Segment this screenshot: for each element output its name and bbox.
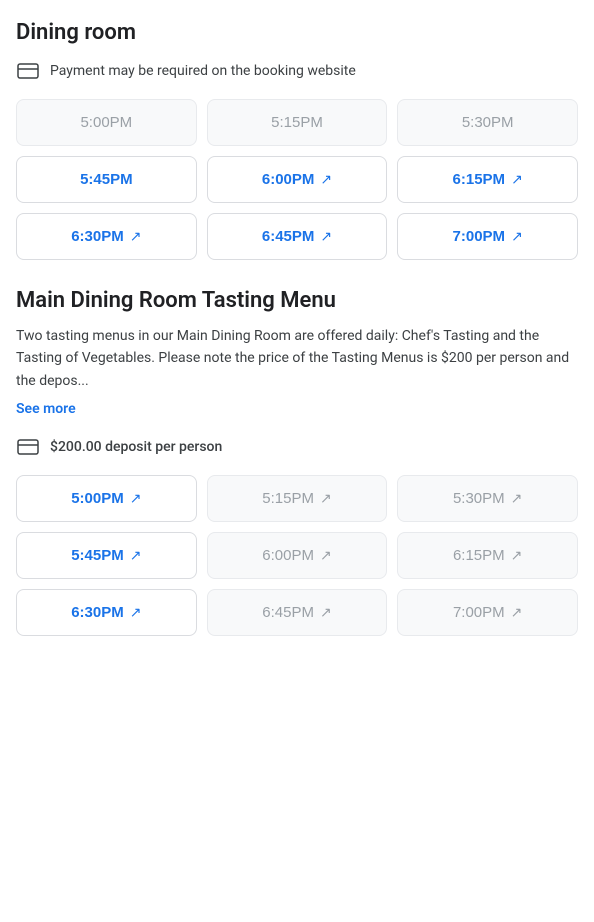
- time-slot[interactable]: 6:45PM ↗: [207, 213, 388, 260]
- external-link-icon: ↗: [320, 490, 332, 507]
- external-link-icon: ↗: [320, 228, 332, 245]
- external-link-icon: ↗: [511, 547, 523, 564]
- external-link-icon: ↗: [320, 171, 332, 188]
- external-link-icon: ↗: [511, 171, 523, 188]
- time-slot: 5:15PM ↗: [207, 475, 388, 522]
- external-link-icon: ↗: [130, 547, 142, 564]
- time-slot[interactable]: 6:15PM ↗: [397, 156, 578, 203]
- time-slot: 5:00PM: [16, 99, 197, 146]
- time-slot[interactable]: 7:00PM ↗: [397, 213, 578, 260]
- time-slot[interactable]: 5:45PM ↗: [16, 532, 197, 579]
- external-link-icon: ↗: [130, 490, 142, 507]
- time-slot: 5:15PM: [207, 99, 388, 146]
- card-icon-1: [16, 59, 40, 83]
- external-link-icon: ↗: [320, 604, 332, 621]
- time-slot: 6:15PM ↗: [397, 532, 578, 579]
- time-slot[interactable]: 6:00PM ↗: [207, 156, 388, 203]
- external-link-icon: ↗: [130, 604, 142, 621]
- see-more-link[interactable]: See more: [16, 401, 76, 417]
- time-slot: 6:45PM ↗: [207, 589, 388, 636]
- time-slot[interactable]: 6:30PM ↗: [16, 589, 197, 636]
- payment-notice-text-1: Payment may be required on the booking w…: [50, 63, 356, 79]
- external-link-icon: ↗: [130, 228, 142, 245]
- deposit-notice: $200.00 deposit per person: [16, 435, 578, 459]
- payment-notice-1: Payment may be required on the booking w…: [16, 59, 578, 83]
- card-icon-2: [16, 435, 40, 459]
- time-slot: 6:00PM ↗: [207, 532, 388, 579]
- external-link-icon: ↗: [511, 604, 523, 621]
- time-slot: 7:00PM ↗: [397, 589, 578, 636]
- time-slot[interactable]: 5:45PM: [16, 156, 197, 203]
- menu-description: Two tasting menus in our Main Dining Roo…: [16, 325, 578, 392]
- external-link-icon: ↗: [511, 490, 523, 507]
- time-slot[interactable]: 6:30PM ↗: [16, 213, 197, 260]
- external-link-icon: ↗: [320, 547, 332, 564]
- time-slot: 5:30PM: [397, 99, 578, 146]
- time-slot[interactable]: 5:00PM ↗: [16, 475, 197, 522]
- time-grid-1: 5:00PM5:15PM5:30PM 5:45PM6:00PM ↗6:15PM ↗…: [16, 99, 578, 260]
- external-link-icon: ↗: [511, 228, 523, 245]
- section1-title: Dining room: [16, 20, 578, 45]
- deposit-notice-text: $200.00 deposit per person: [50, 439, 222, 455]
- time-slot: 5:30PM ↗: [397, 475, 578, 522]
- section2-title: Main Dining Room Tasting Menu: [16, 288, 578, 313]
- time-grid-2: 5:00PM ↗5:15PM ↗5:30PM ↗ 5:45PM ↗6:00PM ↗…: [16, 475, 578, 636]
